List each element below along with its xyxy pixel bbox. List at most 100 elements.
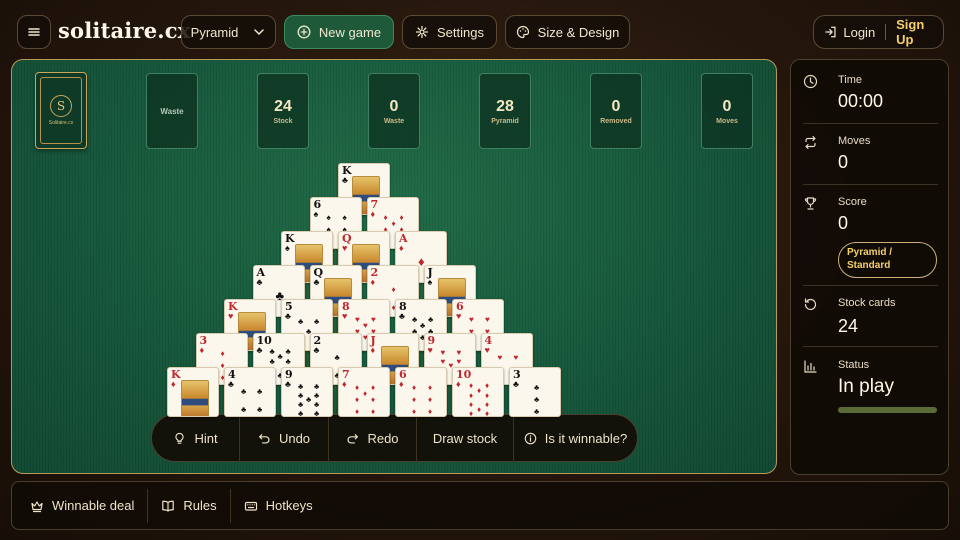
winnable-deal-button[interactable]: Winnable deal bbox=[12, 488, 149, 523]
time-label: Time bbox=[838, 74, 863, 86]
card-pip: ♣ bbox=[314, 391, 320, 400]
game-board: S Solitaire.cx Waste 24 Stock 0 Waste 28… bbox=[11, 59, 777, 474]
card-back-brand: Solitaire.cx bbox=[48, 120, 74, 126]
card-pip: ♣ bbox=[534, 395, 540, 404]
card-pip: ♦ bbox=[391, 285, 396, 294]
winnable-check-button[interactable]: Is it winnable? bbox=[514, 414, 637, 462]
card-suit: ♦ bbox=[199, 345, 205, 355]
hotkeys-button[interactable]: Hotkeys bbox=[231, 489, 326, 523]
card-pip: ♦ bbox=[412, 383, 417, 392]
card-pip: ♥ bbox=[355, 315, 360, 324]
undo-label: Undo bbox=[278, 430, 311, 446]
redo-icon bbox=[347, 433, 359, 444]
info-icon bbox=[524, 432, 537, 444]
counter-pyramid: 28 Pyramid bbox=[479, 73, 531, 149]
rules-button[interactable]: Rules bbox=[148, 488, 231, 523]
card-pip: ♦ bbox=[485, 391, 490, 400]
card-suit: ♣ bbox=[228, 379, 234, 389]
moves-label: Moves bbox=[838, 135, 871, 147]
undo-icon bbox=[259, 433, 270, 444]
stat-stock-cards: Stock cards 24 bbox=[803, 285, 938, 347]
counter-label: Pyramid bbox=[491, 117, 519, 125]
card-pip: ♣ bbox=[534, 383, 540, 392]
card-pip: ♣ bbox=[298, 317, 304, 326]
size-design-label: Size & Design bbox=[537, 24, 620, 40]
card-back: S Solitaire.cx bbox=[40, 77, 82, 144]
counter-waste: 0 Waste bbox=[368, 73, 420, 149]
stock-pile[interactable]: S Solitaire.cx bbox=[35, 72, 87, 149]
card-pip: ♦ bbox=[371, 383, 376, 392]
card-pip: ♦ bbox=[469, 391, 474, 400]
card-pip: ♦ bbox=[412, 407, 417, 416]
card-pip: ♣ bbox=[314, 409, 320, 417]
card-pip: ♥ bbox=[456, 357, 462, 366]
pyramid-card[interactable]: 7♦♦♦♦♦♦♦♦ bbox=[338, 367, 390, 417]
pyramid-card[interactable]: 6 ♦ ♦ ♦ ♦ ♦ ♦ ♦ bbox=[395, 367, 447, 417]
card-pip: ♥ bbox=[469, 315, 474, 324]
pyramid-card[interactable]: K ♦ bbox=[167, 367, 219, 417]
time-value: 00:00 bbox=[838, 91, 884, 111]
card-suit: ♥ bbox=[342, 311, 348, 321]
card-suit: ♥ bbox=[342, 243, 348, 253]
settings-button[interactable]: Settings bbox=[402, 15, 497, 49]
card-pip: ♦ bbox=[485, 409, 490, 417]
counter-label: Waste bbox=[383, 117, 405, 125]
menu-button[interactable] bbox=[17, 15, 51, 49]
divider bbox=[803, 346, 938, 347]
card-pip: ♠ bbox=[326, 213, 331, 222]
card-suit: ♣ bbox=[285, 379, 291, 389]
new-game-button[interactable]: New game bbox=[284, 15, 394, 49]
pyramid-card[interactable]: 3 ♣ ♣ ♣ ♣ bbox=[509, 367, 561, 417]
card-pip: ♣ bbox=[269, 347, 275, 356]
card-suit: ♣ bbox=[399, 311, 405, 321]
palette-icon bbox=[516, 25, 529, 39]
divider bbox=[803, 184, 938, 185]
card-pip: ♦ bbox=[469, 381, 474, 390]
card-suit: ♣ bbox=[256, 277, 263, 287]
court-figure bbox=[181, 380, 209, 416]
card-pip: ♦ bbox=[428, 383, 433, 392]
card-pip: ♦ bbox=[469, 409, 474, 417]
game-mode-dropdown[interactable]: Pyramid bbox=[181, 15, 276, 49]
card-pip: ♦ bbox=[428, 407, 433, 416]
counter-value: 28 bbox=[496, 97, 514, 115]
logo[interactable]: solitaire.cx bbox=[58, 18, 191, 43]
bar-chart-icon bbox=[804, 360, 817, 373]
draw-stock-button[interactable]: Draw stock bbox=[417, 414, 514, 462]
card-pip: ♦ bbox=[477, 405, 482, 414]
card-suit: ♣ bbox=[313, 345, 320, 355]
bottom-bar: Winnable deal Rules Hotkeys bbox=[11, 481, 949, 530]
login-link[interactable]: Login bbox=[843, 25, 875, 40]
card-suit: ♠ bbox=[285, 243, 290, 253]
card-pip: ♣ bbox=[285, 347, 291, 356]
card-pip: ♣ bbox=[241, 405, 247, 414]
card-suit: ♥ bbox=[484, 345, 490, 355]
lightbulb-icon bbox=[175, 432, 185, 444]
signup-link[interactable]: Sign Up bbox=[896, 17, 943, 47]
moves-value: 0 bbox=[838, 152, 849, 172]
status-progress-fill bbox=[838, 407, 937, 413]
redo-button[interactable]: Redo bbox=[329, 414, 417, 462]
card-suit: ♠ bbox=[313, 209, 319, 219]
card-pip: ♣ bbox=[269, 357, 275, 366]
hint-label: Hint bbox=[194, 430, 218, 446]
card-suit: ♦ bbox=[456, 379, 461, 389]
counter-label: Removed bbox=[600, 117, 632, 125]
winnable-deal-label: Winnable deal bbox=[52, 498, 135, 513]
pyramid-card[interactable]: 10 ♦ ♦ ♦ ♦ ♦ ♦ ♦ ♦ ♦ ♦ ♦ bbox=[452, 367, 504, 417]
card-pip: ♦ bbox=[371, 407, 376, 416]
size-design-button[interactable]: Size & Design bbox=[505, 15, 630, 49]
pyramid-card[interactable]: 4 ♣ ♣ ♣ ♣ ♣ bbox=[224, 367, 276, 417]
card-pip: ♣ bbox=[420, 321, 426, 330]
card-pip: ♦ bbox=[399, 213, 404, 222]
card-pip: ♥ bbox=[440, 348, 446, 357]
login-icon bbox=[825, 26, 836, 38]
undo-button[interactable]: Undo bbox=[240, 414, 329, 462]
hint-button[interactable]: Hint bbox=[152, 414, 240, 462]
card-suit: ♣ bbox=[285, 311, 291, 321]
crown-icon bbox=[31, 500, 43, 512]
waste-pile[interactable]: Waste bbox=[146, 73, 198, 149]
pyramid-card[interactable]: 9 ♣ ♣ ♣ ♣ ♣ ♣ ♣ ♣ ♣ ♣ bbox=[281, 367, 333, 417]
card-pip: ♣ bbox=[298, 382, 304, 391]
card-suit: ♥ bbox=[427, 345, 433, 355]
